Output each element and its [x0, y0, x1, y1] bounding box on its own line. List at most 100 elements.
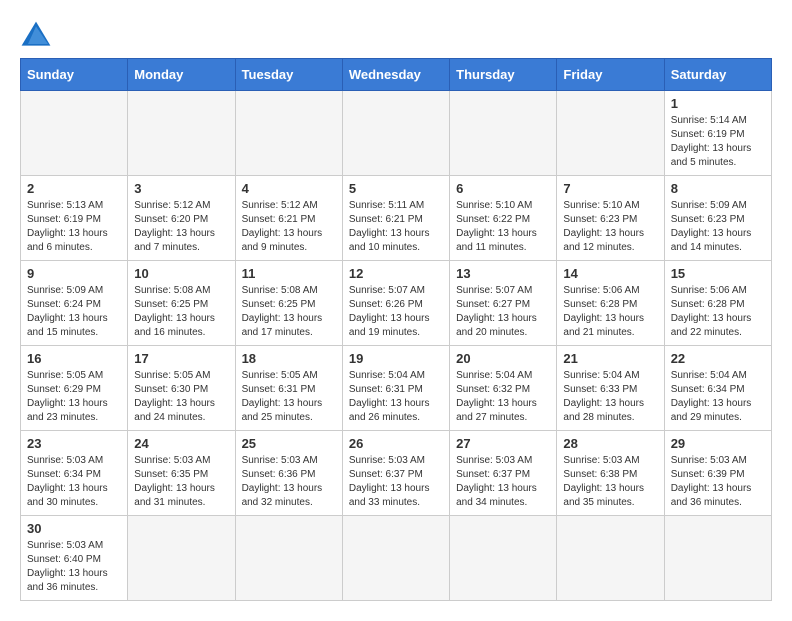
page-header — [20, 20, 772, 48]
calendar-day-cell: 5Sunrise: 5:11 AM Sunset: 6:21 PM Daylig… — [342, 176, 449, 261]
calendar-day-cell: 30 Sunrise: 5:03 AM Sunset: 6:40 PM Dayli… — [21, 516, 128, 601]
day-info: Sunrise: 5:03 AM Sunset: 6:39 PM Dayligh… — [671, 454, 765, 510]
calendar-week-row: 30 Sunrise: 5:03 AM Sunset: 6:40 PM Dayli… — [21, 516, 772, 601]
day-number: 2 — [27, 181, 121, 196]
calendar-day-cell — [557, 91, 664, 176]
calendar-day-cell: 22Sunrise: 5:04 AM Sunset: 6:34 PM Dayli… — [664, 346, 771, 431]
calendar-week-row: 23Sunrise: 5:03 AM Sunset: 6:34 PM Dayli… — [21, 431, 772, 516]
calendar-day-cell — [557, 516, 664, 601]
calendar-day-cell: 6 Sunrise: 5:10 AM Sunset: 6:22 PM Daylig… — [450, 176, 557, 261]
calendar-day-cell — [342, 91, 449, 176]
calendar-day-cell: 28 Sunrise: 5:03 AM Sunset: 6:38 PM Dayli… — [557, 431, 664, 516]
day-number: 7 — [563, 181, 657, 196]
day-number: 3 — [134, 181, 228, 196]
weekday-header-row: SundayMondayTuesdayWednesdayThursdayFrid… — [21, 59, 772, 91]
day-info: Sunrise: 5:12 AM Sunset: 6:20 PM Dayligh… — [134, 199, 228, 255]
calendar-day-cell: 3 Sunrise: 5:12 AM Sunset: 6:20 PM Daylig… — [128, 176, 235, 261]
day-number: 25 — [242, 436, 336, 451]
day-number: 18 — [242, 351, 336, 366]
day-info: Sunrise: 5:12 AM Sunset: 6:21 PM Dayligh… — [242, 199, 336, 255]
calendar-day-cell: 27Sunrise: 5:03 AM Sunset: 6:37 PM Dayli… — [450, 431, 557, 516]
day-number: 21 — [563, 351, 657, 366]
day-number: 11 — [242, 266, 336, 281]
calendar-day-cell: 7 Sunrise: 5:10 AM Sunset: 6:23 PM Daylig… — [557, 176, 664, 261]
calendar-day-cell — [235, 516, 342, 601]
day-info: Sunrise: 5:05 AM Sunset: 6:31 PM Dayligh… — [242, 369, 336, 425]
calendar-day-cell: 26 Sunrise: 5:03 AM Sunset: 6:37 PM Dayli… — [342, 431, 449, 516]
day-number: 16 — [27, 351, 121, 366]
weekday-header-saturday: Saturday — [664, 59, 771, 91]
calendar-day-cell — [342, 516, 449, 601]
calendar-day-cell — [450, 516, 557, 601]
day-info: Sunrise: 5:14 AM Sunset: 6:19 PM Dayligh… — [671, 114, 765, 170]
day-info: Sunrise: 5:03 AM Sunset: 6:37 PM Dayligh… — [456, 454, 550, 510]
day-info: Sunrise: 5:05 AM Sunset: 6:29 PM Dayligh… — [27, 369, 121, 425]
day-info: Sunrise: 5:04 AM Sunset: 6:33 PM Dayligh… — [563, 369, 657, 425]
weekday-header-friday: Friday — [557, 59, 664, 91]
day-info: Sunrise: 5:07 AM Sunset: 6:27 PM Dayligh… — [456, 284, 550, 340]
calendar-table: SundayMondayTuesdayWednesdayThursdayFrid… — [20, 58, 772, 601]
calendar-day-cell: 21 Sunrise: 5:04 AM Sunset: 6:33 PM Dayli… — [557, 346, 664, 431]
calendar-day-cell — [128, 91, 235, 176]
calendar-day-cell: 20 Sunrise: 5:04 AM Sunset: 6:32 PM Dayli… — [450, 346, 557, 431]
day-number: 26 — [349, 436, 443, 451]
calendar-day-cell: 11Sunrise: 5:08 AM Sunset: 6:25 PM Dayli… — [235, 261, 342, 346]
calendar-day-cell: 13 Sunrise: 5:07 AM Sunset: 6:27 PM Dayli… — [450, 261, 557, 346]
day-number: 30 — [27, 521, 121, 536]
calendar-day-cell: 14 Sunrise: 5:06 AM Sunset: 6:28 PM Dayli… — [557, 261, 664, 346]
day-info: Sunrise: 5:03 AM Sunset: 6:40 PM Dayligh… — [27, 539, 121, 595]
calendar-day-cell — [235, 91, 342, 176]
calendar-day-cell: 9 Sunrise: 5:09 AM Sunset: 6:24 PM Daylig… — [21, 261, 128, 346]
day-number: 9 — [27, 266, 121, 281]
day-info: Sunrise: 5:04 AM Sunset: 6:34 PM Dayligh… — [671, 369, 765, 425]
day-info: Sunrise: 5:06 AM Sunset: 6:28 PM Dayligh… — [671, 284, 765, 340]
day-number: 12 — [349, 266, 443, 281]
day-number: 5 — [349, 181, 443, 196]
calendar-day-cell: 29Sunrise: 5:03 AM Sunset: 6:39 PM Dayli… — [664, 431, 771, 516]
day-number: 15 — [671, 266, 765, 281]
calendar-day-cell: 16 Sunrise: 5:05 AM Sunset: 6:29 PM Dayli… — [21, 346, 128, 431]
day-number: 19 — [349, 351, 443, 366]
day-number: 28 — [563, 436, 657, 451]
calendar-day-cell: 12Sunrise: 5:07 AM Sunset: 6:26 PM Dayli… — [342, 261, 449, 346]
day-info: Sunrise: 5:04 AM Sunset: 6:32 PM Dayligh… — [456, 369, 550, 425]
day-info: Sunrise: 5:03 AM Sunset: 6:35 PM Dayligh… — [134, 454, 228, 510]
day-info: Sunrise: 5:09 AM Sunset: 6:23 PM Dayligh… — [671, 199, 765, 255]
calendar-day-cell — [450, 91, 557, 176]
day-number: 20 — [456, 351, 550, 366]
calendar-week-row: 2 Sunrise: 5:13 AM Sunset: 6:19 PM Daylig… — [21, 176, 772, 261]
calendar-week-row: 16 Sunrise: 5:05 AM Sunset: 6:29 PM Dayli… — [21, 346, 772, 431]
weekday-header-wednesday: Wednesday — [342, 59, 449, 91]
calendar-day-cell: 1 Sunrise: 5:14 AM Sunset: 6:19 PM Daylig… — [664, 91, 771, 176]
weekday-header-monday: Monday — [128, 59, 235, 91]
day-info: Sunrise: 5:10 AM Sunset: 6:22 PM Dayligh… — [456, 199, 550, 255]
day-number: 24 — [134, 436, 228, 451]
day-number: 14 — [563, 266, 657, 281]
day-info: Sunrise: 5:03 AM Sunset: 6:36 PM Dayligh… — [242, 454, 336, 510]
day-info: Sunrise: 5:04 AM Sunset: 6:31 PM Dayligh… — [349, 369, 443, 425]
calendar-day-cell: 23Sunrise: 5:03 AM Sunset: 6:34 PM Dayli… — [21, 431, 128, 516]
calendar-day-cell: 10Sunrise: 5:08 AM Sunset: 6:25 PM Dayli… — [128, 261, 235, 346]
day-number: 23 — [27, 436, 121, 451]
day-info: Sunrise: 5:13 AM Sunset: 6:19 PM Dayligh… — [27, 199, 121, 255]
calendar-day-cell: 24 Sunrise: 5:03 AM Sunset: 6:35 PM Dayli… — [128, 431, 235, 516]
calendar-day-cell: 18 Sunrise: 5:05 AM Sunset: 6:31 PM Dayli… — [235, 346, 342, 431]
weekday-header-thursday: Thursday — [450, 59, 557, 91]
weekday-header-sunday: Sunday — [21, 59, 128, 91]
day-number: 8 — [671, 181, 765, 196]
calendar-day-cell: 25 Sunrise: 5:03 AM Sunset: 6:36 PM Dayli… — [235, 431, 342, 516]
day-info: Sunrise: 5:06 AM Sunset: 6:28 PM Dayligh… — [563, 284, 657, 340]
day-number: 6 — [456, 181, 550, 196]
day-number: 1 — [671, 96, 765, 111]
calendar-week-row: 9 Sunrise: 5:09 AM Sunset: 6:24 PM Daylig… — [21, 261, 772, 346]
day-info: Sunrise: 5:10 AM Sunset: 6:23 PM Dayligh… — [563, 199, 657, 255]
calendar-day-cell — [128, 516, 235, 601]
day-info: Sunrise: 5:09 AM Sunset: 6:24 PM Dayligh… — [27, 284, 121, 340]
day-info: Sunrise: 5:03 AM Sunset: 6:37 PM Dayligh… — [349, 454, 443, 510]
day-info: Sunrise: 5:03 AM Sunset: 6:38 PM Dayligh… — [563, 454, 657, 510]
day-info: Sunrise: 5:05 AM Sunset: 6:30 PM Dayligh… — [134, 369, 228, 425]
calendar-day-cell: 4Sunrise: 5:12 AM Sunset: 6:21 PM Daylig… — [235, 176, 342, 261]
calendar-day-cell — [21, 91, 128, 176]
day-number: 13 — [456, 266, 550, 281]
logo — [20, 20, 56, 48]
